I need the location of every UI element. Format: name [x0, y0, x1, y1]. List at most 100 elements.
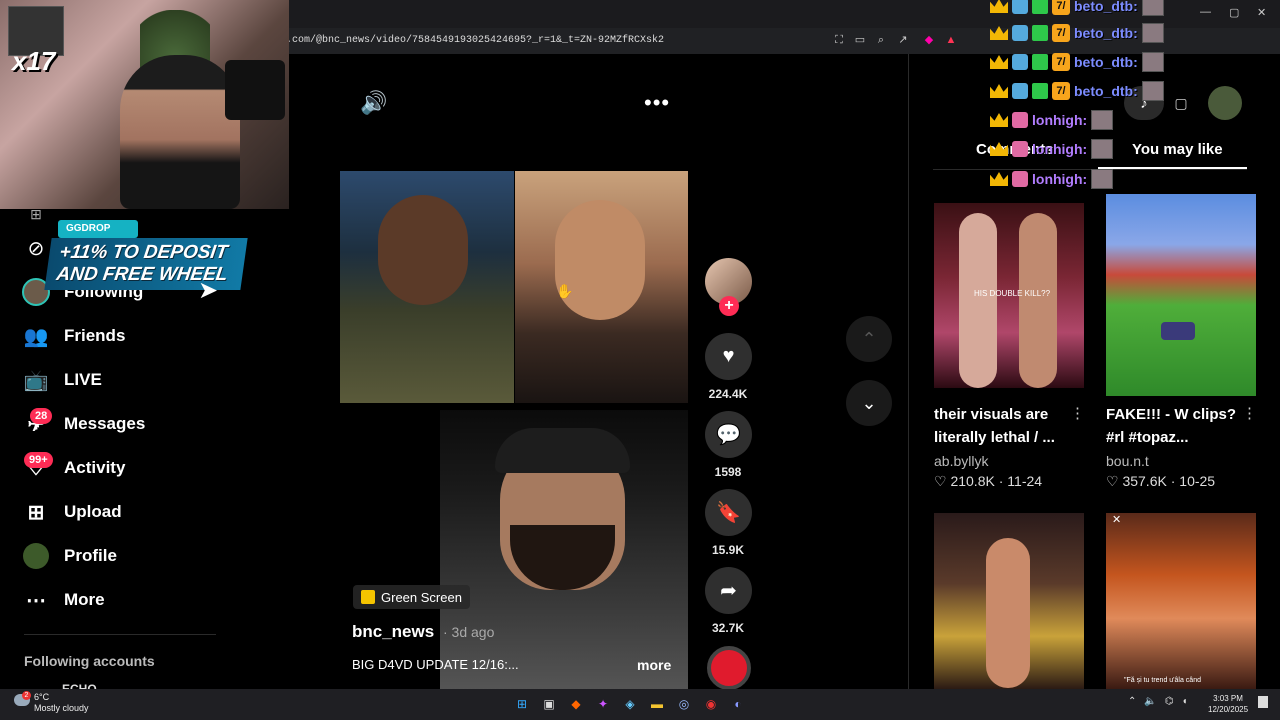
chat-emote — [1091, 169, 1114, 189]
maximize-button[interactable]: ▢ — [1229, 6, 1239, 19]
thumb-car — [1161, 322, 1195, 340]
discord-icon[interactable]: ◐ — [728, 694, 748, 714]
explore-icon-partial[interactable]: ⊞ — [22, 200, 50, 228]
thumb-figure — [959, 213, 997, 388]
webcam-overlay — [0, 0, 289, 209]
compass-icon[interactable]: ⊘ — [22, 234, 50, 262]
chat-emote — [1091, 110, 1114, 130]
sidebar-item-upload[interactable]: ⊞ Upload — [22, 498, 122, 526]
video-card-author[interactable]: ab.byllyk — [934, 453, 988, 469]
weather-widget[interactable]: 6°C Mostly cloudy — [34, 692, 89, 714]
network-icon[interactable]: ⌬ — [1165, 696, 1174, 707]
green-screen-tag[interactable]: Green Screen — [353, 585, 470, 609]
sidebar-item-more[interactable]: ⋯ More — [22, 586, 105, 614]
video-card-thumb[interactable]: ✕ "Fă și tu trend u'âla când — [1106, 513, 1256, 689]
save-button[interactable]: 🔖 — [705, 489, 752, 536]
file-explorer-icon[interactable]: ▬ — [647, 694, 667, 714]
notifications-icon[interactable] — [1258, 696, 1268, 708]
volume-icon[interactable]: 🔈 — [1144, 696, 1156, 707]
previous-video-button[interactable]: ⌃ — [846, 316, 892, 362]
live-tv-icon: 📺 — [23, 369, 49, 392]
video-presenter — [495, 428, 630, 590]
sidebar-item-profile[interactable]: Profile — [22, 542, 117, 570]
brave-shield-icon[interactable]: ◆ — [922, 33, 936, 47]
heart-icon: ♥ — [722, 345, 735, 367]
card-date: 10-25 — [1179, 473, 1216, 489]
thumb-figure — [986, 538, 1030, 688]
thumb-figure — [1019, 213, 1057, 388]
alien-badge-icon — [1012, 25, 1028, 41]
microphone — [225, 60, 285, 120]
cast-icon[interactable]: ▭ — [853, 33, 867, 47]
video-person-left — [378, 195, 468, 305]
speaker-icon[interactable]: ◖ — [1182, 696, 1188, 707]
chat-emote — [1091, 139, 1114, 159]
sidebar-item-friends[interactable]: 👥 Friends — [22, 322, 126, 350]
system-tray: ⌃ 🔈 ⌬ ◖ — [1128, 696, 1188, 707]
chevron-up-icon: ⌃ — [861, 328, 877, 349]
chat-message: 7/ beto_dtb: — [990, 22, 1164, 44]
video-card-thumb[interactable] — [1106, 194, 1256, 396]
share-button[interactable]: ➦ — [705, 567, 752, 614]
music-disc-icon[interactable] — [707, 646, 751, 690]
video-card-thumb[interactable]: HIS DOUBLE KILL?? — [934, 203, 1084, 388]
video-card-thumb[interactable] — [934, 513, 1084, 689]
task-view-icon[interactable]: ▣ — [539, 694, 559, 714]
green-screen-label: Green Screen — [381, 589, 462, 605]
crown-badge-icon — [990, 0, 1008, 13]
following-accounts-header: Following accounts — [24, 653, 155, 669]
chat-username: beto_dtb: — [1074, 83, 1138, 99]
video-caption: BIG D4VD UPDATE 12/16:... — [352, 657, 519, 672]
taskbar-apps: ⊞ ▣ ◆ ✦ ◈ ▬ ◎ ◉ ◐ — [512, 694, 748, 714]
sidebar-divider — [24, 634, 216, 635]
comment-button[interactable]: 💬 — [705, 411, 752, 458]
card-kebab-icon[interactable]: ⋮ — [1242, 404, 1257, 422]
next-video-button[interactable]: ⌄ — [846, 380, 892, 426]
app-icon[interactable]: ◉ — [701, 694, 721, 714]
thumb-overlay-text: HIS DOUBLE KILL?? — [974, 289, 1051, 298]
close-window-button[interactable]: ✕ — [1257, 6, 1266, 19]
weather-alert-badge: 2 — [22, 691, 31, 700]
sidebar-item-live[interactable]: 📺 LIVE — [22, 366, 102, 394]
alien-badge-icon — [1012, 54, 1028, 70]
chat-message: 7/ beto_dtb: — [990, 51, 1164, 73]
chat-message: lonhigh: — [990, 168, 1114, 190]
windows-start-icon[interactable]: ⊞ — [512, 694, 532, 714]
user-avatar[interactable] — [1208, 86, 1242, 120]
sidebar-item-label: Messages — [64, 414, 146, 433]
sidebar-item-label: Profile — [64, 546, 117, 565]
minimize-button[interactable]: — — [1200, 6, 1211, 18]
taskbar-clock[interactable]: 3:03 PM 12/20/2025 — [1208, 693, 1248, 715]
video-card-title[interactable]: FAKE!!! - W clips? #rl #topaz... — [1106, 403, 1246, 449]
zoom-icon[interactable]: ⌕ — [874, 33, 888, 47]
upload-icon: ⊞ — [27, 501, 45, 524]
chat-username: lonhigh: — [1032, 112, 1088, 128]
reader-icon[interactable]: ⛶ — [832, 33, 846, 47]
app-icon[interactable]: ✦ — [593, 694, 613, 714]
follow-plus-icon[interactable]: + — [719, 296, 739, 316]
video-card-title[interactable]: their visuals are literally lethal / ... — [934, 403, 1074, 449]
brave-browser-icon[interactable]: ◆ — [566, 694, 586, 714]
close-icon[interactable]: ✕ — [1112, 513, 1121, 526]
chevron-up-icon[interactable]: ⌃ — [1128, 696, 1136, 707]
more-icon: ⋯ — [26, 589, 46, 612]
chat-username: lonhigh: — [1032, 171, 1088, 187]
like-button[interactable]: ♥ — [705, 333, 752, 380]
video-author[interactable]: bnc_news — [352, 622, 434, 642]
alien-badge-icon — [1012, 141, 1028, 157]
inbox-icon[interactable]: ▢ — [1166, 86, 1196, 120]
app-icon[interactable]: ◈ — [620, 694, 640, 714]
more-options-icon[interactable]: ••• — [644, 90, 670, 116]
caption-more-button[interactable]: more — [637, 657, 671, 673]
tab-you-may-like[interactable]: You may like — [1132, 141, 1223, 158]
card-kebab-icon[interactable]: ⋮ — [1070, 404, 1085, 422]
card-likes: 210.8K — [950, 473, 995, 489]
chevron-down-icon: ⌄ — [861, 392, 877, 413]
mouse-cursor-icon: ✋ — [556, 283, 574, 299]
steam-icon[interactable]: ◎ — [674, 694, 694, 714]
share-page-icon[interactable]: ↗ — [896, 33, 910, 47]
like-count: 224.4K — [708, 387, 748, 401]
video-card-author[interactable]: bou.n.t — [1106, 453, 1149, 469]
rewards-icon[interactable]: ▲ — [944, 33, 958, 47]
volume-icon[interactable]: 🔊 — [360, 90, 387, 116]
